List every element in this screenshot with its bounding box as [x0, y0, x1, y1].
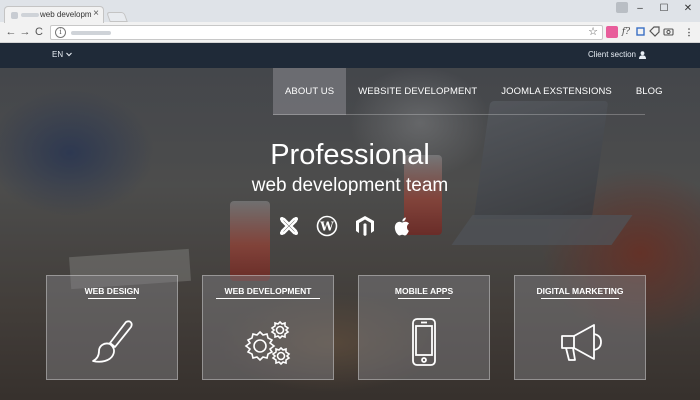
- nav-item-about-us[interactable]: ABOUT US: [273, 68, 347, 115]
- hero-title: Professional: [270, 139, 430, 171]
- client-section-label: Client section: [587, 50, 636, 59]
- card-title-underline: [541, 298, 619, 299]
- user-icon: [639, 50, 646, 59]
- card-digital-marketing[interactable]: DIGITAL MARKETING: [514, 275, 646, 380]
- site-topbar: EN Client section: [0, 43, 700, 68]
- language-label: EN: [52, 50, 64, 59]
- forward-button[interactable]: →: [18, 25, 32, 39]
- extension-camera-icon[interactable]: [662, 26, 674, 38]
- wordpress-icon: W: [316, 215, 338, 237]
- extension-crop-icon[interactable]: [634, 26, 646, 38]
- svg-text:W: W: [319, 220, 334, 234]
- card-web-design[interactable]: WEB DESIGN: [46, 275, 178, 380]
- service-cards: WEB DESIGN WEB DEVELOPMENT MOBILE APPS D…: [46, 275, 646, 380]
- favicon-icon: [11, 12, 18, 19]
- reload-button[interactable]: C: [32, 25, 46, 39]
- card-title-underline: [216, 298, 320, 299]
- magento-icon: [356, 216, 374, 236]
- brush-icon: [92, 320, 133, 363]
- bookmark-star-icon[interactable]: ☆: [588, 25, 598, 38]
- nav-item-joomla-extensions[interactable]: JOOMLA EXSTENSIONS: [489, 68, 624, 115]
- main-navigation: ABOUT US WEBSITE DEVELOPMENT JOOMLA EXST…: [273, 68, 675, 115]
- language-selector[interactable]: EN: [52, 50, 73, 59]
- nav-item-blog[interactable]: BLOG: [624, 68, 675, 115]
- tab-strip: web developm × – ☐ ✕: [0, 0, 700, 23]
- nav-divider: [273, 114, 645, 115]
- card-title-underline: [398, 298, 450, 299]
- card-title-underline: [88, 298, 136, 299]
- address-bar[interactable]: i ☆: [50, 25, 603, 40]
- gears-icon: [244, 320, 291, 366]
- tab-title-blurred: [21, 13, 39, 17]
- profile-icon[interactable]: [616, 2, 628, 13]
- apple-icon: [394, 217, 409, 236]
- minimize-button[interactable]: –: [628, 0, 652, 16]
- card-title: WEB DEVELOPMENT: [224, 286, 312, 296]
- smartphone-icon: [412, 318, 436, 366]
- webpage: EN Client section ABOUT US WEBSITE DEVEL…: [0, 43, 700, 400]
- client-section-link[interactable]: Client section: [588, 50, 646, 59]
- card-mobile-apps[interactable]: MOBILE APPS: [358, 275, 490, 380]
- extension-pink-icon[interactable]: [606, 26, 618, 38]
- card-title: MOBILE APPS: [394, 286, 454, 296]
- platform-icons: W: [278, 213, 418, 239]
- nav-item-website-development[interactable]: WEBSITE DEVELOPMENT: [346, 68, 489, 115]
- tab-close-icon[interactable]: ×: [93, 8, 99, 20]
- joomla-icon: [280, 217, 298, 235]
- new-tab-button[interactable]: [106, 12, 128, 22]
- card-title: DIGITAL MARKETING: [536, 286, 624, 296]
- extension-tag-icon[interactable]: [648, 26, 660, 38]
- back-button[interactable]: ←: [4, 25, 18, 39]
- browser-chrome: web developm × – ☐ ✕ ← → C i ☆ f? ⋮: [0, 0, 700, 43]
- megaphone-icon: [561, 324, 602, 361]
- close-window-button[interactable]: ✕: [676, 0, 700, 16]
- maximize-button[interactable]: ☐: [652, 0, 676, 16]
- card-title: WEB DESIGN: [84, 286, 140, 296]
- window-controls: – ☐ ✕: [628, 0, 700, 18]
- info-icon[interactable]: i: [55, 27, 66, 38]
- extension-function-icon[interactable]: f?: [620, 26, 632, 38]
- menu-kebab-icon[interactable]: ⋮: [683, 26, 695, 38]
- tab-title: web developm: [40, 10, 92, 19]
- browser-tab[interactable]: web developm ×: [4, 6, 104, 23]
- card-web-development[interactable]: WEB DEVELOPMENT: [202, 275, 334, 380]
- hero-subtitle: web development team: [251, 175, 449, 196]
- browser-toolbar: ← → C i ☆ f? ⋮: [0, 22, 700, 43]
- url-blurred: [71, 31, 111, 35]
- chevron-down-icon: [66, 52, 73, 57]
